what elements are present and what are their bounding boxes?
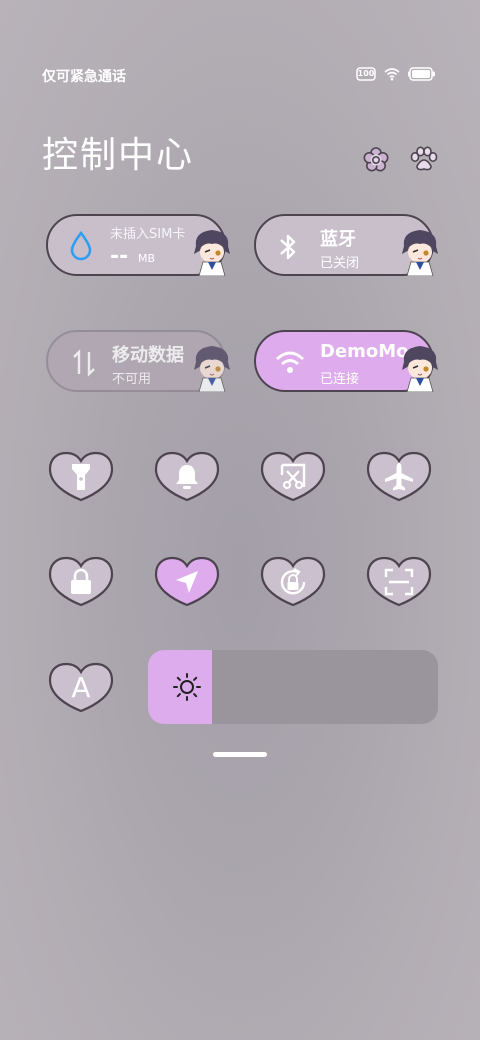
mobile-data-label: 移动数据 <box>112 345 184 366</box>
data-arrows-icon <box>72 348 96 382</box>
data-usage-tile[interactable]: 未插入SIM卡 -- MB <box>46 214 226 276</box>
battery-badge-text: 100 <box>357 69 375 78</box>
chibi-sticker <box>192 344 232 392</box>
status-icons: 100 <box>356 67 436 81</box>
brightness-slider[interactable] <box>148 650 438 724</box>
paw-icon <box>410 146 438 176</box>
chibi-sticker <box>192 228 232 276</box>
font-size-toggle[interactable]: A <box>48 662 114 714</box>
auto-rotate-toggle[interactable] <box>260 556 326 608</box>
chibi-sticker <box>400 228 440 276</box>
chibi-sticker <box>400 344 440 392</box>
flashlight-toggle[interactable] <box>48 451 114 503</box>
bluetooth-label: 蓝牙 <box>320 229 356 250</box>
data-usage-unit: MB <box>138 252 156 265</box>
screenshot-toggle[interactable] <box>260 451 326 503</box>
battery-icon <box>408 67 436 81</box>
battery-charging-icon: 100 <box>356 67 376 81</box>
settings-flower-icon <box>363 147 389 177</box>
home-indicator[interactable] <box>213 752 267 757</box>
lock-screen-toggle[interactable] <box>48 556 114 608</box>
data-usage-value: -- <box>110 244 129 269</box>
settings-button[interactable] <box>363 147 389 173</box>
water-drop-icon <box>67 230 95 265</box>
mobile-data-status: 不可用 <box>112 372 152 387</box>
wifi-icon <box>384 67 400 81</box>
sun-icon <box>172 672 202 706</box>
carrier-status: 仅可紧急通话 <box>42 69 126 85</box>
scanner-toggle[interactable] <box>366 556 432 608</box>
bluetooth-icon <box>278 232 298 266</box>
paw-button[interactable] <box>410 146 438 172</box>
ring-toggle[interactable] <box>154 451 220 503</box>
bluetooth-status: 已关闭 <box>320 256 360 271</box>
wifi-tile[interactable]: DemoMoc 已连接 <box>254 330 434 392</box>
mobile-data-tile[interactable]: 移动数据 不可用 <box>46 330 226 392</box>
airplane-toggle[interactable] <box>366 451 432 503</box>
wifi-icon <box>274 348 306 380</box>
wifi-status: 已连接 <box>320 372 360 387</box>
data-usage-label: 未插入SIM卡 <box>110 227 186 242</box>
location-toggle[interactable] <box>154 556 220 608</box>
page-title: 控制中心 <box>42 135 195 176</box>
bluetooth-tile[interactable]: 蓝牙 已关闭 <box>254 214 434 276</box>
